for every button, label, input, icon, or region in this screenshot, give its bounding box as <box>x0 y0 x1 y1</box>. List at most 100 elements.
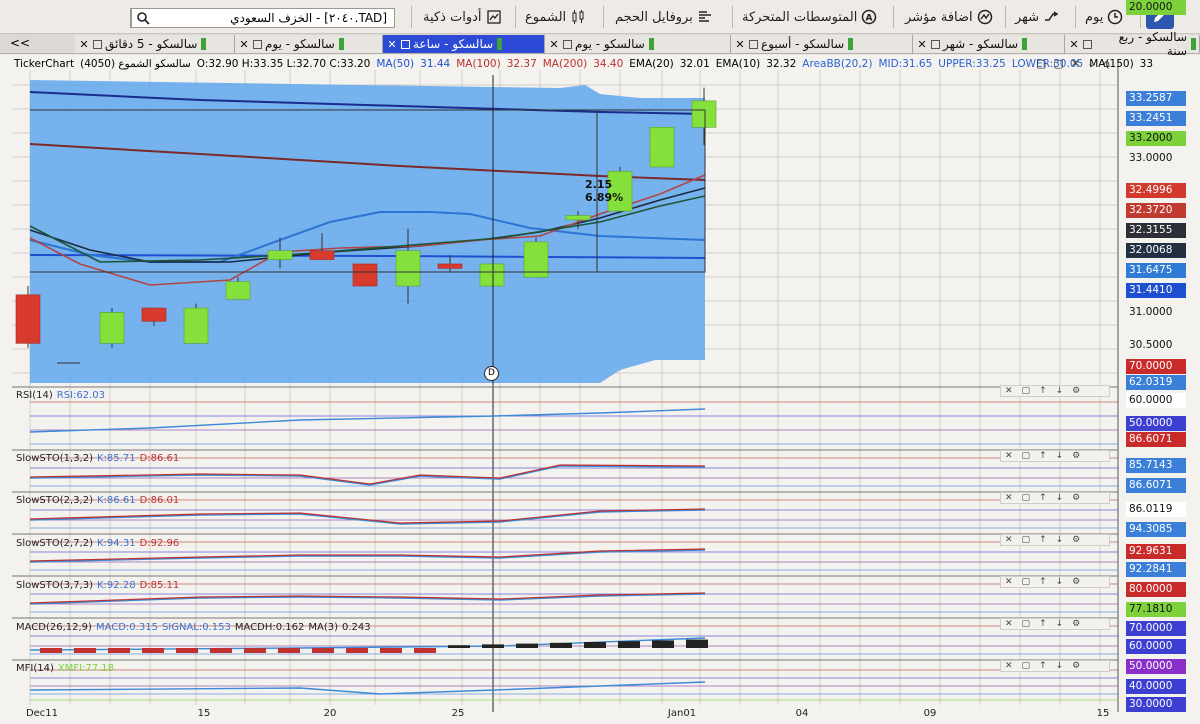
x-axis-label: Jan01 <box>667 708 696 719</box>
maximize-icon[interactable]: ▢ <box>1022 451 1031 461</box>
maximize-icon[interactable] <box>749 39 758 49</box>
close-icon[interactable]: ✕ <box>78 38 90 51</box>
move-down-icon[interactable]: ↓ <box>1056 661 1064 671</box>
maximize-icon[interactable] <box>401 39 410 49</box>
search-button[interactable] <box>131 9 155 27</box>
maximize-icon[interactable]: ▢ <box>1022 661 1031 671</box>
add-indicator-button[interactable]: اضافة مؤشر <box>905 7 993 27</box>
slowsto3-panel-label: SlowSTO(2,7,2) K:94.31 D:92.96 <box>16 538 179 549</box>
settings-icon[interactable]: ⚙ <box>1072 661 1080 671</box>
clock-icon <box>1108 9 1123 25</box>
measure-change: 2.15 <box>585 178 613 191</box>
candle-body <box>691 100 717 128</box>
slowsto3-panel-controls[interactable]: ✕ ▢ ↑ ↓ ⚙ <box>1000 534 1110 546</box>
close-icon[interactable]: ✕ <box>1071 57 1080 70</box>
move-down-icon[interactable]: ↓ <box>1056 577 1064 587</box>
slowsto4-panel-controls[interactable]: ✕ ▢ ↑ ↓ ⚙ <box>1000 576 1110 588</box>
maximize-icon[interactable]: ▢ <box>1053 57 1063 70</box>
mfi-panel-controls[interactable]: ✕ ▢ ↑ ↓ ⚙ <box>1000 660 1110 672</box>
maximize-icon[interactable] <box>93 39 102 49</box>
macd-ma-value: 0.243 <box>342 622 371 633</box>
price-tag: 70.0000 <box>1126 359 1186 374</box>
maximize-icon[interactable]: ▢ <box>1022 386 1031 396</box>
tab-quarter[interactable]: ✕ سالسكو - ربع سنة <box>1065 30 1200 58</box>
move-up-icon[interactable]: ↑ <box>1039 386 1047 396</box>
settings-icon[interactable]: ⚙ <box>1072 577 1080 587</box>
ema20-label: EMA(20) <box>629 58 674 70</box>
close-icon[interactable]: ✕ <box>1005 661 1013 671</box>
tab-hour[interactable]: ✕ سالسكو - ساعة <box>383 35 545 53</box>
bb-mid: MID:31.65 <box>878 58 933 70</box>
tab-day-2[interactable]: ✕ سالسكو - يوم <box>235 35 383 53</box>
close-icon[interactable]: ✕ <box>1005 451 1013 461</box>
collapse-icon[interactable]: ⌄ <box>1087 57 1096 70</box>
macd-panel-controls[interactable]: ✕ ▢ ↑ ↓ ⚙ <box>1000 618 1110 630</box>
rsi-name: RSI(14) <box>16 390 53 401</box>
close-icon[interactable]: ✕ <box>1005 386 1013 396</box>
settings-icon[interactable]: ⚙ <box>1072 493 1080 503</box>
smart-tools-label: أدوات ذكية <box>423 9 482 25</box>
measure-percent: 6.89% <box>585 191 624 204</box>
move-down-icon[interactable]: ↓ <box>1056 619 1064 629</box>
close-icon[interactable]: ✕ <box>916 38 928 51</box>
move-down-icon[interactable]: ↓ <box>1056 493 1064 503</box>
minimize-icon[interactable]: ▢ <box>1036 57 1046 70</box>
tabs-scroll-button[interactable]: << <box>10 36 30 50</box>
macd-histogram-bar <box>346 648 368 653</box>
maximize-icon[interactable] <box>253 39 262 49</box>
app-window: يوم شهر اضافة مؤشر A المتوسطات المتحركة … <box>0 0 1200 724</box>
rsi-panel-controls[interactable]: ✕ ▢ ↑ ↓ ⚙ <box>1000 385 1110 397</box>
slowsto1-panel-controls[interactable]: ✕ ▢ ↑ ↓ ⚙ <box>1000 450 1110 462</box>
candles-button[interactable]: الشموع <box>525 7 586 27</box>
move-down-icon[interactable]: ↓ <box>1056 386 1064 396</box>
settings-icon[interactable]: ⚙ <box>1072 451 1080 461</box>
move-up-icon[interactable]: ↑ <box>1039 535 1047 545</box>
close-icon[interactable]: ✕ <box>1005 577 1013 587</box>
tab-week[interactable]: ✕ سالسكو - أسبوع <box>731 35 913 53</box>
maximize-icon[interactable]: ▢ <box>1022 535 1031 545</box>
candle-body <box>565 215 591 221</box>
slowsto2-panel-controls[interactable]: ✕ ▢ ↑ ↓ ⚙ <box>1000 492 1110 504</box>
interval-day-button[interactable]: يوم <box>1085 7 1123 27</box>
close-icon[interactable]: ✕ <box>386 38 398 51</box>
close-icon[interactable]: ✕ <box>1005 493 1013 503</box>
candles-icon <box>572 10 584 24</box>
move-down-icon[interactable]: ↓ <box>1056 451 1064 461</box>
close-icon[interactable]: ✕ <box>734 38 746 51</box>
tab-day[interactable]: ✕ سالسكو - يوم <box>545 35 731 53</box>
close-icon[interactable]: ✕ <box>548 38 560 51</box>
close-icon[interactable]: ✕ <box>238 38 250 51</box>
symbol-search[interactable] <box>130 8 395 28</box>
volume-profile-button[interactable]: بروفايل الحجم <box>615 7 715 27</box>
maximize-icon[interactable]: ▢ <box>1022 577 1031 587</box>
price-tag: 85.7143 <box>1126 458 1186 473</box>
move-up-icon[interactable]: ↑ <box>1039 577 1047 587</box>
maximize-icon[interactable] <box>563 39 572 49</box>
smart-tools-button[interactable]: أدوات ذكية <box>423 7 502 27</box>
move-up-icon[interactable]: ↑ <box>1039 619 1047 629</box>
settings-icon[interactable]: ⌂ <box>1103 57 1110 70</box>
maximize-icon[interactable]: ▢ <box>1022 493 1031 503</box>
close-icon[interactable]: ✕ <box>1068 38 1080 51</box>
interval-month-button[interactable]: شهر <box>1015 7 1059 27</box>
price-tag: 70.0000 <box>1126 621 1186 636</box>
maximize-icon[interactable]: ▢ <box>1022 619 1031 629</box>
moving-averages-button[interactable]: A المتوسطات المتحركة <box>742 7 877 27</box>
move-down-icon[interactable]: ↓ <box>1056 535 1064 545</box>
tab-color-marker <box>848 38 854 50</box>
cursor-marker[interactable]: D <box>484 366 499 381</box>
symbol-search-input[interactable] <box>155 9 393 27</box>
settings-icon[interactable]: ⚙ <box>1072 535 1080 545</box>
move-up-icon[interactable]: ↑ <box>1039 451 1047 461</box>
move-up-icon[interactable]: ↑ <box>1039 661 1047 671</box>
tab-month[interactable]: ✕ سالسكو - شهر <box>913 35 1065 53</box>
move-up-icon[interactable]: ↑ <box>1039 493 1047 503</box>
maximize-icon[interactable] <box>1082 39 1092 49</box>
close-icon[interactable]: ✕ <box>1005 535 1013 545</box>
settings-icon[interactable]: ⚙ <box>1072 619 1080 629</box>
tab-5min[interactable]: ✕ سالسكو - 5 دقائق <box>75 35 235 53</box>
close-icon[interactable]: ✕ <box>1005 619 1013 629</box>
settings-icon[interactable]: ⚙ <box>1072 386 1080 396</box>
maximize-icon[interactable] <box>931 39 940 49</box>
slowsto2-d: D:86.01 <box>139 495 180 506</box>
